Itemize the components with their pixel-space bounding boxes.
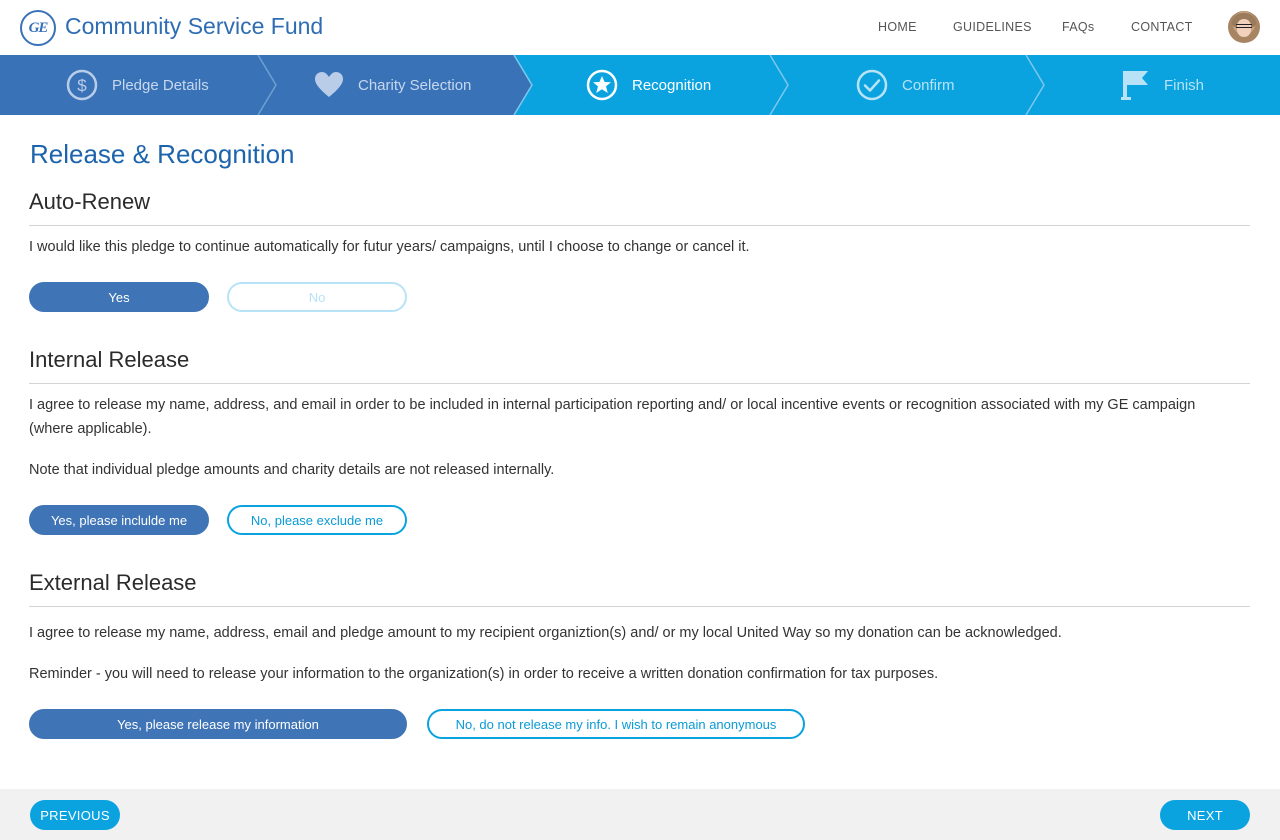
star-icon — [586, 69, 618, 101]
ge-logo[interactable]: GE — [20, 10, 56, 46]
logo-text: GE — [28, 19, 49, 36]
divider — [29, 225, 1250, 226]
flag-icon — [1121, 71, 1148, 100]
footer-bar — [0, 789, 1280, 840]
auto-renew-no-button[interactable]: No — [227, 282, 407, 312]
top-header: GE Community Service Fund HOME GUIDELINE… — [0, 0, 1280, 55]
heart-icon — [315, 72, 343, 97]
external-release-title: External Release — [29, 570, 197, 595]
nav-home[interactable]: HOME — [878, 20, 917, 34]
divider — [29, 606, 1250, 607]
step-label: Pledge Details — [112, 76, 209, 94]
progress-steps: $ Pledge Details Charity Selection Recog… — [0, 55, 1280, 115]
auto-renew-yes-button[interactable]: Yes — [29, 282, 209, 312]
auto-renew-title: Auto-Renew — [29, 189, 151, 214]
internal-release-text: I agree to release my name, address, and… — [29, 397, 1196, 437]
external-release-yes-button[interactable]: Yes, please release my information — [29, 709, 407, 739]
external-release-note: Reminder - you will need to release your… — [29, 666, 939, 682]
dollar-icon: $ — [66, 69, 98, 101]
nav-contact[interactable]: CONTACT — [1131, 20, 1193, 34]
nav-faqs[interactable]: FAQs — [1062, 20, 1094, 34]
previous-button[interactable]: PREVIOUS — [30, 800, 120, 830]
auto-renew-text: I would like this pledge to continue aut… — [29, 239, 750, 255]
step-label: Recognition — [632, 76, 712, 94]
app-title: Community Service Fund — [65, 13, 324, 39]
external-release-no-button[interactable]: No, do not release my info. I wish to re… — [427, 709, 805, 739]
step-confirm[interactable]: Confirm — [856, 55, 955, 115]
step-pledge-details[interactable]: $ Pledge Details — [66, 55, 209, 115]
next-button[interactable]: NEXT — [1160, 800, 1250, 830]
step-recognition[interactable]: Recognition — [586, 55, 711, 115]
step-label: Finish — [1164, 76, 1205, 94]
divider — [29, 383, 1250, 384]
internal-release-title: Internal Release — [29, 347, 190, 372]
user-avatar[interactable] — [1228, 11, 1260, 43]
external-release-text: I agree to release my name, address, ema… — [29, 625, 1062, 641]
check-icon — [856, 69, 888, 101]
svg-text:$: $ — [77, 76, 87, 95]
internal-exclude-button[interactable]: No, please exclude me — [227, 505, 407, 535]
step-charity-selection[interactable]: Charity Selection — [314, 55, 471, 115]
internal-include-button[interactable]: Yes, please inclulde me — [29, 505, 209, 535]
step-label: Confirm — [902, 76, 955, 94]
internal-release-note: Note that individual pledge amounts and … — [29, 462, 555, 478]
step-finish[interactable]: Finish — [1120, 55, 1204, 115]
nav-guidelines[interactable]: GUIDELINES — [953, 20, 1032, 34]
step-label: Charity Selection — [358, 76, 472, 94]
page-title: Release & Recognition — [30, 139, 295, 169]
